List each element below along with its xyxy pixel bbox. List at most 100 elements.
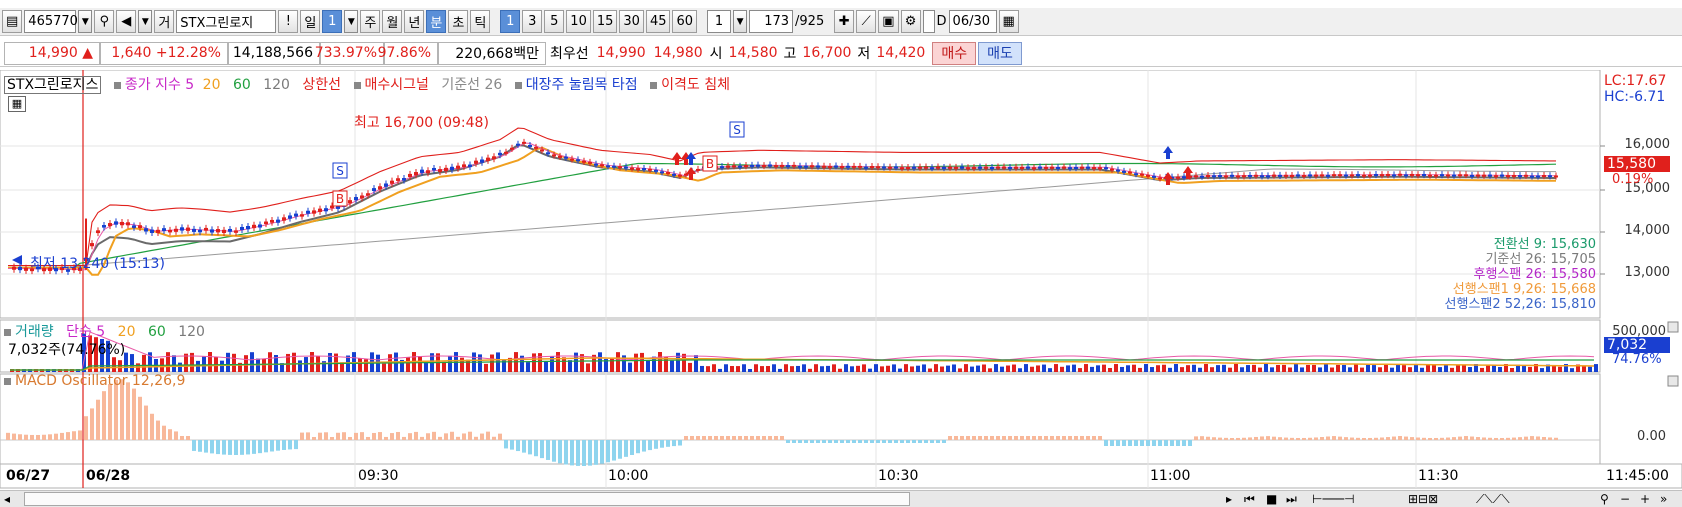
legend-divergence[interactable]: 이격도 침체: [650, 77, 730, 93]
interval-button-60[interactable]: 60: [672, 10, 698, 33]
legend-buy-signal[interactable]: 매수시그널: [353, 77, 429, 93]
bars-field[interactable]: 173: [749, 10, 794, 33]
candle-body: [1272, 174, 1276, 177]
period-minute-button[interactable]: 분: [426, 10, 447, 33]
gear-icon[interactable]: ⚙: [900, 10, 921, 33]
candle-body: [1404, 174, 1408, 177]
macd-bar: [156, 420, 160, 440]
period-month-button[interactable]: 월: [382, 10, 403, 33]
macd-bar: [900, 440, 904, 443]
volume-bar: [904, 364, 908, 372]
layout-icon[interactable]: ▤: [2, 10, 23, 33]
code-dropdown-icon[interactable]: ▼: [78, 10, 93, 33]
period-second-button[interactable]: 초: [448, 10, 469, 33]
zoom-in-icon[interactable]: ⚲: [1600, 491, 1609, 507]
legend-pullback[interactable]: 대장주 눌림목 타점: [514, 77, 638, 93]
first-page-icon[interactable]: ⏮: [1244, 491, 1255, 507]
date-field[interactable]: 06/30: [948, 10, 997, 33]
period-number-field[interactable]: 1: [322, 10, 343, 33]
macd-bar: [1362, 437, 1366, 440]
legend-close-ma[interactable]: 종가 지수 5: [113, 77, 194, 93]
macd-bar: [882, 440, 886, 443]
draw-line-icon[interactable]: ⟋: [856, 10, 877, 33]
last-page-icon[interactable]: ⏭: [1286, 491, 1297, 507]
drawing-tools-icon[interactable]: ⟋⟍⟋⟍: [1476, 491, 1510, 507]
legend-volume[interactable]: 거래량: [4, 324, 54, 340]
macd-bar: [522, 440, 526, 453]
candle-body: [1374, 173, 1378, 176]
lc-label: LC:17.67: [1604, 73, 1667, 89]
macd-bar: [1350, 437, 1354, 440]
candle-body: [96, 230, 100, 234]
macd-bar: [1236, 437, 1240, 440]
macd-bar: [1050, 436, 1054, 440]
stop-icon[interactable]: ■: [1266, 491, 1277, 507]
interval-button-10[interactable]: 10: [566, 10, 591, 33]
period-year-button[interactable]: 년: [404, 10, 425, 33]
candle-body: [954, 166, 958, 169]
legend-macd[interactable]: MACD Oscillator 12,26,9: [4, 373, 185, 389]
save-icon[interactable]: ▣: [878, 10, 899, 33]
more-icon[interactable]: »: [1660, 491, 1667, 507]
plus-icon[interactable]: +: [1640, 491, 1650, 507]
minus-icon[interactable]: −: [1620, 491, 1630, 507]
scroll-left-icon[interactable]: ◂: [4, 491, 10, 507]
interval-button-5[interactable]: 5: [544, 10, 565, 33]
period-tick-button[interactable]: 틱: [470, 10, 491, 33]
candle-body: [1476, 174, 1480, 177]
warning-button[interactable]: !: [278, 10, 299, 33]
candle-body: [918, 166, 922, 169]
panel-close-box-1: [1667, 375, 1679, 387]
stock-name-field[interactable]: STX그린로지: [176, 10, 277, 33]
scroll-thumb[interactable]: [24, 492, 910, 506]
calendar-icon[interactable]: ▦: [998, 10, 1019, 33]
best-bid: 14,980: [649, 41, 707, 65]
stock-code-input[interactable]: 465770: [24, 10, 78, 33]
legend-base-line[interactable]: 기준선 26: [441, 77, 502, 93]
candle-body: [378, 186, 382, 190]
search-icon[interactable]: ⚲: [94, 10, 115, 33]
count-dropdown-icon[interactable]: ▼: [733, 10, 748, 33]
zoom-slider-icon[interactable]: ⊢───⊣: [1312, 491, 1355, 507]
volume-bar: [712, 364, 716, 372]
macd-bar: [1080, 436, 1084, 440]
period-day-button[interactable]: 일: [300, 10, 321, 33]
volume-bar: [784, 364, 788, 372]
interval-button-30[interactable]: 30: [619, 10, 644, 33]
macd-bar: [30, 434, 34, 440]
count-field[interactable]: 1: [707, 10, 732, 33]
legend-volume-text: 거래량: [15, 324, 54, 340]
macd-bar: [1284, 437, 1288, 440]
macd-bar: [1008, 436, 1012, 440]
candle-body: [1326, 174, 1330, 177]
period-week-button[interactable]: 주: [360, 10, 381, 33]
interval-button-45[interactable]: 45: [645, 10, 671, 33]
sell-button[interactable]: 매도: [978, 41, 1022, 65]
macd-bar: [798, 440, 802, 443]
table-icon[interactable]: ▦: [8, 96, 26, 112]
candle-body: [1038, 166, 1042, 169]
interval-button-15[interactable]: 15: [592, 10, 618, 33]
macd-bar: [498, 433, 502, 440]
scroll-right-icon[interactable]: ▸: [1226, 491, 1232, 507]
legend-stock-name[interactable]: STX그린로지스: [4, 76, 102, 94]
candle-body: [1224, 175, 1228, 178]
buy-button[interactable]: 매수: [932, 41, 977, 65]
macd-bar: [1314, 437, 1318, 440]
layout-icons[interactable]: ⊞⊟⊠: [1408, 491, 1438, 507]
macd-bar: [1068, 436, 1072, 440]
sound-icon[interactable]: ◀: [116, 10, 137, 33]
crosshair-icon[interactable]: ✚: [834, 10, 855, 33]
d-checkbox[interactable]: [922, 10, 935, 33]
candle-body: [306, 210, 310, 214]
macd-bar: [1098, 436, 1102, 440]
period-dropdown-icon[interactable]: ▼: [344, 10, 359, 33]
market-type-button[interactable]: 거: [154, 10, 175, 33]
legend-limit-up[interactable]: 상한선: [302, 77, 341, 93]
horizontal-scrollbar[interactable]: ◂ ▸ ⏮ ■ ⏭ ⊢───⊣ ⊞⊟⊠ ⟋⟍⟋⟍ ⚲ − + »: [0, 490, 1682, 507]
interval-button-1[interactable]: 1: [500, 10, 521, 33]
volume-bar: [970, 366, 974, 372]
interval-button-3[interactable]: 3: [522, 10, 543, 33]
candle-body: [426, 170, 430, 174]
sound-dropdown-icon[interactable]: ▼: [138, 10, 153, 33]
